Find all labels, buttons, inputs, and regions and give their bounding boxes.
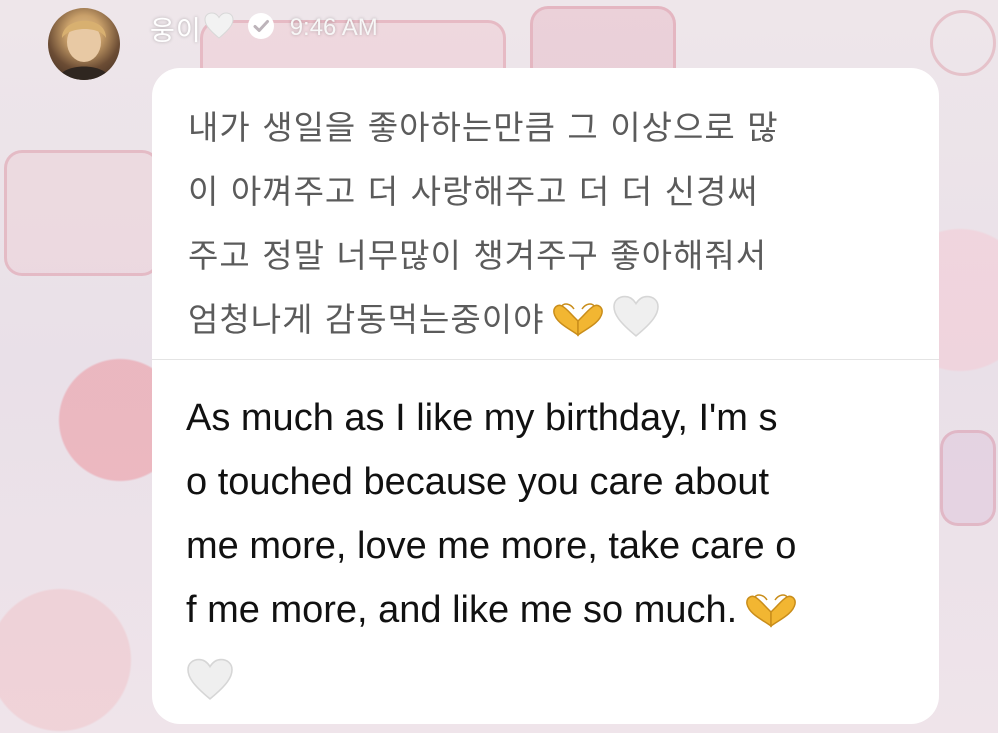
wallpaper-decoration bbox=[930, 10, 996, 76]
original-line: 주고 정말 너무많이 챙겨주구 좋아해줘서 bbox=[188, 236, 768, 275]
translated-message-text: As much as I like my birthday, I'm s o t… bbox=[186, 386, 916, 722]
white-heart-icon bbox=[612, 295, 660, 360]
heart-hands-icon bbox=[743, 586, 799, 650]
translation-divider bbox=[152, 359, 939, 360]
translation-line: f me more, and like me so much. bbox=[186, 589, 738, 631]
message-bubble[interactable]: 내가 생일을 좋아하는만큼 그 이상으로 많 이 아껴주고 더 사랑해주고 더 … bbox=[152, 68, 939, 724]
wallpaper-decoration bbox=[940, 430, 996, 526]
message-header: 웅이 9:46 AM bbox=[150, 8, 378, 48]
white-heart-icon bbox=[204, 11, 234, 45]
white-heart-icon bbox=[186, 658, 234, 722]
heart-hands-icon bbox=[550, 296, 606, 360]
original-line: 이 아껴주고 더 사랑해주고 더 더 신경써 bbox=[188, 172, 759, 211]
message-timestamp: 9:46 AM bbox=[289, 14, 378, 41]
translation-line: o touched because you care about bbox=[186, 461, 770, 503]
original-line: 엄청나게 감동먹는중이야 bbox=[188, 300, 545, 339]
original-message-text: 내가 생일을 좋아하는만큼 그 이상으로 많 이 아껴주고 더 사랑해주고 더 … bbox=[188, 96, 908, 360]
wallpaper-decoration bbox=[4, 150, 160, 276]
verified-badge-icon bbox=[246, 11, 276, 46]
original-line: 내가 생일을 좋아하는만큼 그 이상으로 많 bbox=[188, 108, 779, 147]
translation-line: me more, love me more, take care o bbox=[186, 525, 797, 567]
translation-line: As much as I like my birthday, I'm s bbox=[186, 397, 778, 439]
sender-name[interactable]: 웅이 bbox=[150, 9, 202, 48]
sender-avatar[interactable] bbox=[48, 8, 120, 80]
